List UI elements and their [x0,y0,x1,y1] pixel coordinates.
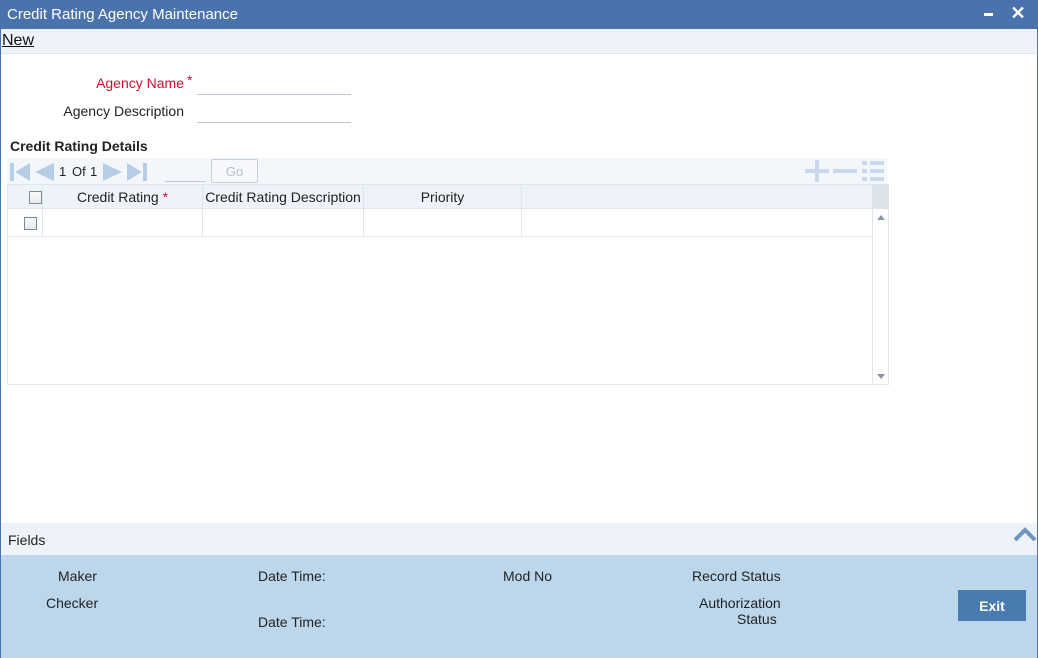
agency-description-input[interactable] [197,101,351,123]
row-select-cell [8,209,43,237]
delete-row-icon[interactable] [832,160,858,182]
single-view-icon[interactable] [860,160,886,182]
column-header-label: Credit Rating [76,189,159,205]
maker-date-time-label: Date Time: [258,568,326,584]
select-all-cell [8,185,43,209]
exit-button[interactable]: Exit [958,590,1026,621]
window-title: Credit Rating Agency Maintenance [7,6,238,23]
required-marker: * [187,72,193,88]
grid-scrollbar[interactable] [872,185,889,384]
maker-label: Maker [58,568,97,584]
fields-bar: Fields [1,523,1037,555]
column-header-label: Credit Rating Description [205,189,361,205]
agency-description-label: Agency Description [63,103,184,119]
select-all-checkbox[interactable] [29,191,42,204]
credit-rating-grid: Credit Rating * Credit Rating Descriptio… [7,184,889,385]
menu-bar: New [1,29,1037,54]
column-header-label: Priority [420,189,465,205]
credit-rating-description-cell[interactable] [203,209,364,237]
scroll-up-icon[interactable] [877,215,885,220]
new-link[interactable]: New [2,32,34,50]
column-header-credit-rating[interactable]: Credit Rating * [43,185,203,209]
section-title: Credit Rating Details [10,138,148,154]
column-header-credit-rating-description[interactable]: Credit Rating Description [203,185,364,209]
next-page-icon[interactable] [102,162,124,182]
scroll-down-icon[interactable] [877,374,885,379]
required-marker: * [162,189,169,205]
grid-toolbar: 1 Of 1 Go [7,158,887,184]
column-header-filler [522,185,872,209]
grid-header: Credit Rating * Credit Rating Descriptio… [8,185,872,209]
pager-current: 1 [59,164,67,179]
audit-footer: Maker Checker Date Time: Date Time: Mod … [1,555,1037,658]
record-status-label: Record Status [692,568,781,584]
page-number-input[interactable] [165,162,206,182]
previous-page-icon[interactable] [33,162,55,182]
scrollbar-header [873,185,889,209]
last-page-icon[interactable] [126,162,148,182]
pager-of-label: Of [72,164,86,179]
first-page-icon[interactable] [9,162,31,182]
filler-cell [522,209,872,237]
minimize-icon[interactable] [977,2,999,26]
pager-total: 1 [90,164,98,179]
checker-date-time-label: Date Time: [258,614,326,630]
go-button[interactable]: Go [211,159,258,183]
authorization-label: Authorization [699,595,781,611]
priority-cell[interactable] [364,209,522,237]
title-bar: Credit Rating Agency Maintenance ✕ [1,1,1037,29]
authorization-status-label: Status [737,611,777,627]
credit-rating-agency-window: Credit Rating Agency Maintenance ✕ New A… [0,0,1038,658]
fields-label[interactable]: Fields [8,532,45,548]
agency-name-input[interactable] [197,73,351,95]
agency-name-label: Agency Name [96,75,184,91]
collapse-chevron-icon[interactable] [1013,525,1037,543]
checker-label: Checker [46,595,99,611]
column-header-priority[interactable]: Priority [364,185,522,209]
credit-rating-cell[interactable] [43,209,203,237]
close-icon[interactable]: ✕ [1007,2,1029,26]
row-checkbox[interactable] [24,217,37,230]
mod-no-label: Mod No [503,568,553,584]
table-row [8,209,872,237]
add-row-icon[interactable] [804,160,830,182]
